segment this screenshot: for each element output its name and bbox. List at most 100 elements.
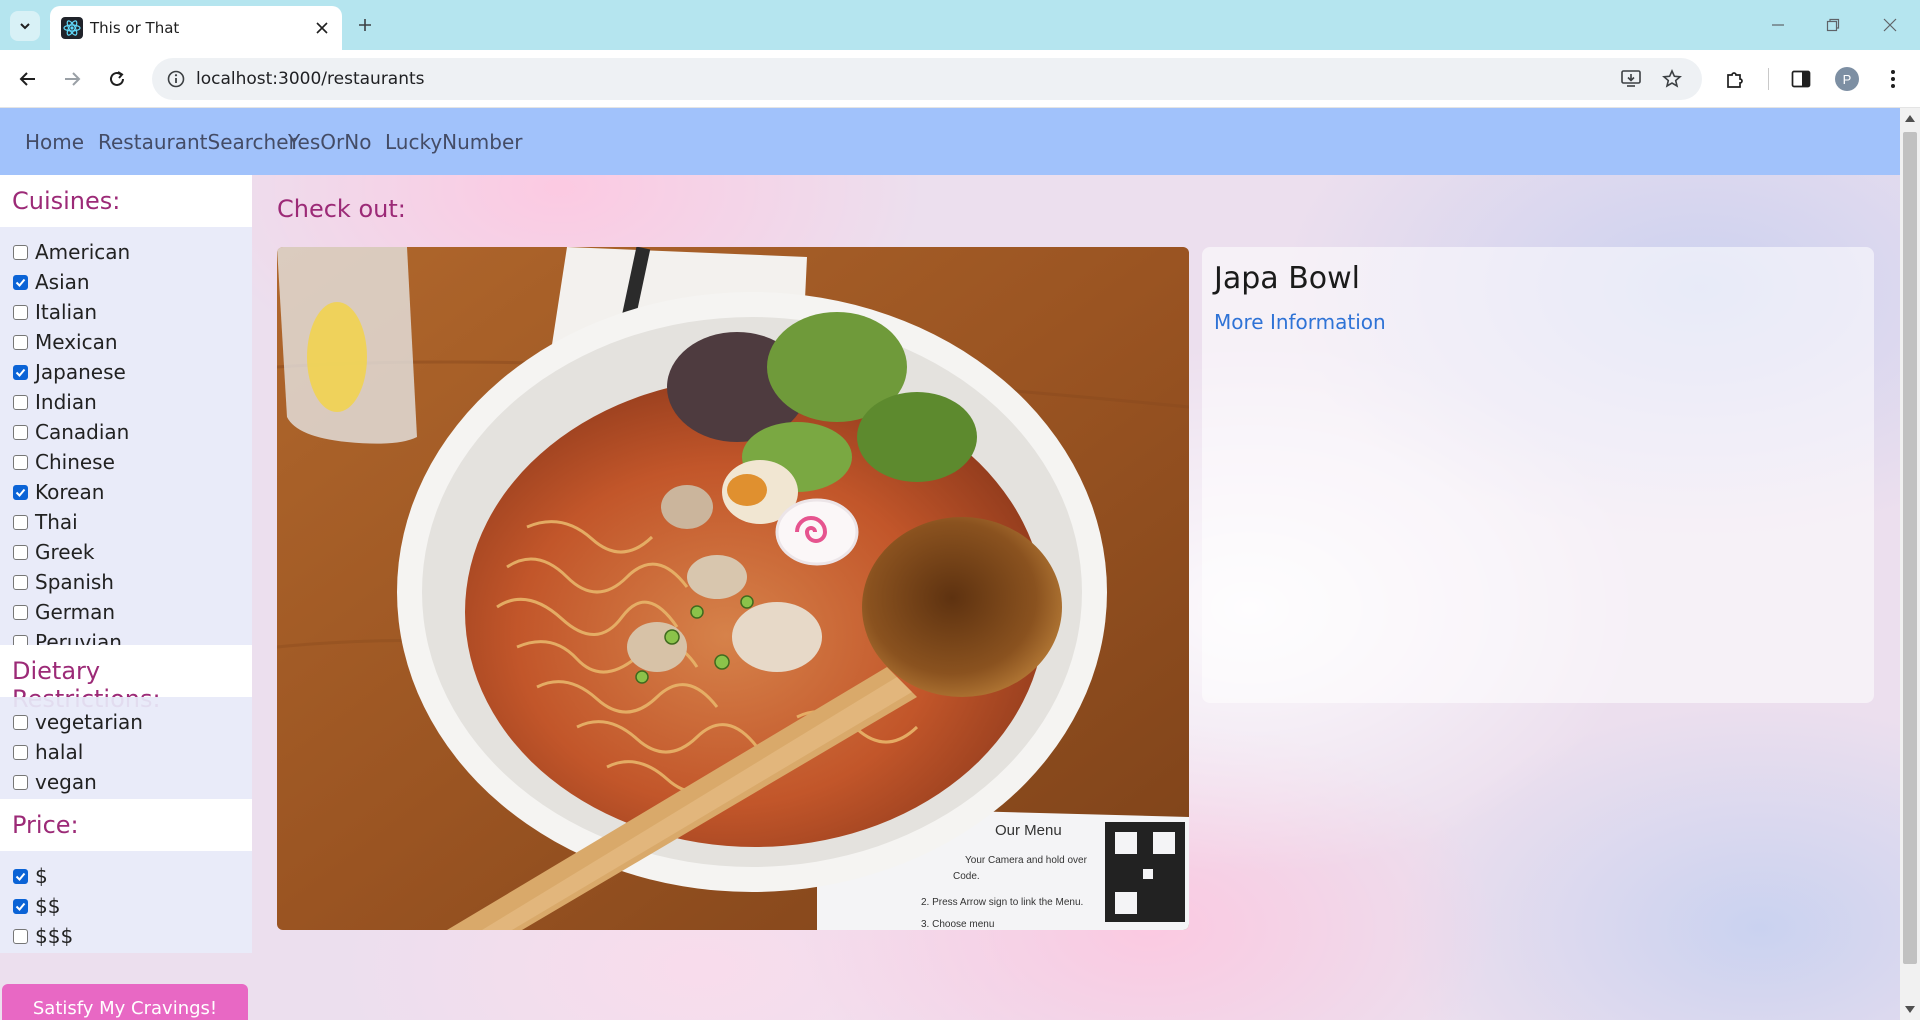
chevron-down-icon [20, 23, 30, 30]
page-scrollbar[interactable] [1900, 108, 1920, 1020]
more-information-link[interactable]: More Information [1214, 310, 1386, 334]
scroll-down-arrow[interactable] [1904, 1004, 1916, 1016]
scrollbar-thumb[interactable] [1903, 132, 1917, 964]
forward-button[interactable] [55, 62, 89, 96]
checkbox-unchecked[interactable] [13, 334, 28, 350]
nav-link-yes-or-no[interactable]: YesOrNo [288, 130, 371, 154]
page-viewport: Home RestaurantSearcher YesOrNo LuckyNum… [0, 108, 1900, 1020]
price-option[interactable]: $ [13, 863, 48, 889]
menu-card-line: Your Camera and hold over [965, 855, 1088, 866]
toolbar-divider [1768, 68, 1769, 90]
cuisine-option[interactable]: Japanese [13, 359, 126, 385]
cuisine-option[interactable]: Canadian [13, 419, 129, 445]
more-vertical-icon [1891, 70, 1895, 88]
checkbox-checked[interactable] [13, 868, 28, 884]
nav-link-lucky-number[interactable]: LuckyNumber [385, 130, 523, 154]
extensions-button[interactable] [1718, 62, 1752, 96]
browser-menu-button[interactable] [1876, 62, 1910, 96]
checkbox-unchecked[interactable] [13, 744, 28, 760]
minimize-icon [1772, 24, 1784, 26]
ramen-bowl-illustration: Our Menu Your Camera and hold over Code.… [277, 247, 1189, 930]
checkmark-icon [15, 368, 26, 377]
nav-link-restaurant-searcher[interactable]: RestaurantSearcher [98, 130, 297, 154]
cuisine-option[interactable]: Chinese [13, 449, 115, 475]
checkbox-unchecked[interactable] [13, 454, 28, 470]
cuisine-option[interactable]: Asian [13, 269, 90, 295]
cuisine-option[interactable]: Spanish [13, 569, 114, 595]
browser-tab[interactable]: This or That [50, 6, 342, 50]
react-logo-icon [61, 17, 83, 39]
checkbox-unchecked[interactable] [13, 304, 28, 320]
reload-button[interactable] [100, 62, 134, 96]
dietary-option[interactable]: halal [13, 739, 83, 765]
install-app-button[interactable] [1616, 65, 1646, 93]
tab-close-button[interactable] [312, 18, 332, 38]
checkbox-unchecked[interactable] [13, 544, 28, 560]
cuisine-label: German [35, 600, 116, 624]
tab-title: This or That [90, 19, 180, 37]
checkbox-unchecked[interactable] [13, 604, 28, 620]
cuisine-label: Korean [35, 480, 105, 504]
dietary-label: halal [35, 740, 84, 764]
checkbox-unchecked[interactable] [13, 394, 28, 410]
cuisine-label: Thai [35, 510, 78, 534]
site-info-button[interactable] [164, 67, 188, 91]
cuisine-option[interactable]: American [13, 239, 130, 265]
cuisines-list: American Asian Italian Mexican Japanese India… [0, 227, 252, 654]
dietary-option[interactable]: vegan [13, 769, 97, 795]
checkbox-unchecked[interactable] [13, 514, 28, 530]
star-icon [1662, 69, 1682, 88]
cuisine-option[interactable]: German [13, 599, 115, 625]
address-bar[interactable]: localhost:3000/restaurants [152, 58, 1702, 100]
checkbox-unchecked[interactable] [13, 714, 28, 730]
checkbox-unchecked[interactable] [13, 774, 28, 790]
cuisine-label: Spanish [35, 570, 114, 594]
profile-button[interactable]: P [1830, 62, 1864, 96]
back-button[interactable] [11, 62, 45, 96]
checkbox-unchecked[interactable] [13, 574, 28, 590]
price-option[interactable]: $$$ [13, 923, 73, 949]
cuisine-option[interactable]: Italian [13, 299, 97, 325]
checkbox-checked[interactable] [13, 364, 28, 380]
cuisine-option[interactable]: Greek [13, 539, 94, 565]
restore-button[interactable] [1813, 10, 1853, 40]
side-panel-button[interactable] [1784, 62, 1818, 96]
cuisine-option[interactable]: Indian [13, 389, 97, 415]
url-text: localhost:3000/restaurants [196, 69, 425, 89]
cuisine-label: Greek [35, 540, 95, 564]
cuisine-label: Japanese [35, 360, 126, 384]
checkbox-checked[interactable] [13, 274, 28, 290]
cuisine-label: American [35, 240, 131, 264]
checkbox-checked[interactable] [13, 484, 28, 500]
minimize-button[interactable] [1758, 10, 1798, 40]
nav-link-home[interactable]: Home [25, 130, 84, 154]
plus-icon [359, 19, 371, 31]
checkbox-unchecked[interactable] [13, 424, 28, 440]
bookmark-button[interactable] [1657, 65, 1687, 93]
checkbox-unchecked[interactable] [13, 244, 28, 260]
restaurant-name: Japa Bowl [1214, 261, 1361, 296]
cuisine-label: Mexican [35, 330, 118, 354]
price-option[interactable]: $$ [13, 893, 60, 919]
price-header: Price: [0, 799, 252, 851]
cuisine-label: Italian [35, 300, 98, 324]
cuisine-label: Canadian [35, 420, 130, 444]
cuisine-option[interactable]: Mexican [13, 329, 118, 355]
menu-card-line: 3. Choose menu [921, 919, 994, 930]
window-close-button[interactable] [1870, 10, 1910, 40]
new-tab-button[interactable] [352, 12, 378, 38]
scroll-up-arrow[interactable] [1904, 112, 1916, 124]
dietary-option[interactable]: vegetarian [13, 709, 143, 735]
checkbox-checked[interactable] [13, 898, 28, 914]
site-navbar: Home RestaurantSearcher YesOrNo LuckyNum… [0, 108, 1900, 175]
checkmark-icon [15, 488, 26, 497]
cuisine-option[interactable]: Thai [13, 509, 78, 535]
check-out-heading: Check out: [277, 195, 406, 223]
satisfy-cravings-button[interactable]: Satisfy My Cravings! [2, 984, 248, 1020]
browser-toolbar: localhost:3000/restaurants P [0, 50, 1920, 108]
cuisine-option[interactable]: Korean [13, 479, 104, 505]
checkbox-unchecked[interactable] [13, 928, 28, 944]
price-label: $ [35, 864, 48, 888]
tab-search-button[interactable] [10, 11, 40, 41]
price-label: $$ [35, 894, 61, 918]
